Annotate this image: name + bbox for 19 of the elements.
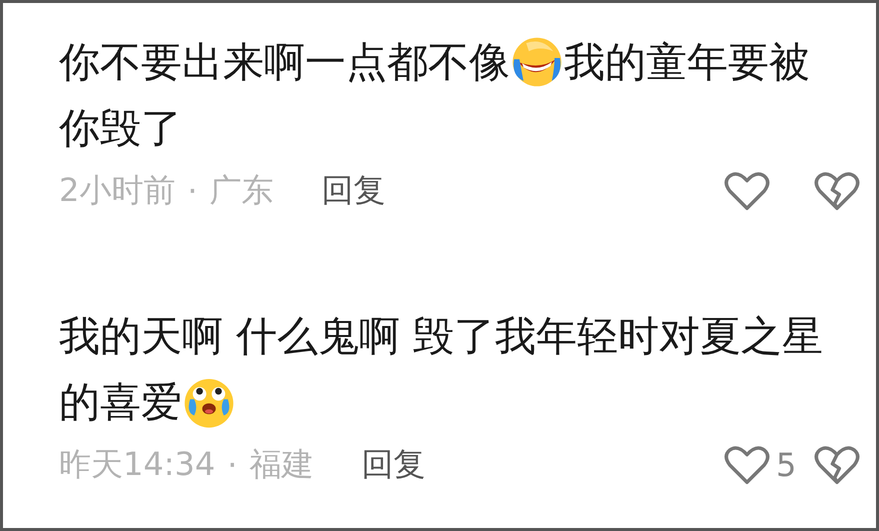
- heart-icon[interactable]: [724, 170, 770, 212]
- comment-text: 的喜爱: [59, 376, 182, 428]
- heart-icon[interactable]: [724, 444, 770, 486]
- reply-link[interactable]: 回复: [361, 443, 426, 487]
- like-count: 5: [776, 446, 796, 484]
- comment-time: 2小时前: [59, 170, 176, 211]
- separator-dot: ·: [227, 446, 238, 484]
- comment-text: 我的童年要被: [564, 36, 810, 88]
- comment-text: 你不要出来啊一点都不像: [59, 36, 510, 88]
- separator-dot: ·: [187, 172, 198, 210]
- comment-location: 福建: [249, 444, 314, 485]
- comment-text: 你毁了: [59, 102, 182, 154]
- broken-heart-icon[interactable]: [814, 444, 860, 486]
- comment-location: 广东: [210, 170, 274, 211]
- comment-text: 我的天啊 什么鬼啊 毁了我年轻时对夏之星: [59, 310, 824, 362]
- reply-link[interactable]: 回复: [322, 169, 386, 213]
- comment-time: 昨天14:34: [59, 444, 216, 485]
- broken-heart-icon[interactable]: [814, 170, 860, 212]
- laughing-emoji-icon: [510, 35, 564, 89]
